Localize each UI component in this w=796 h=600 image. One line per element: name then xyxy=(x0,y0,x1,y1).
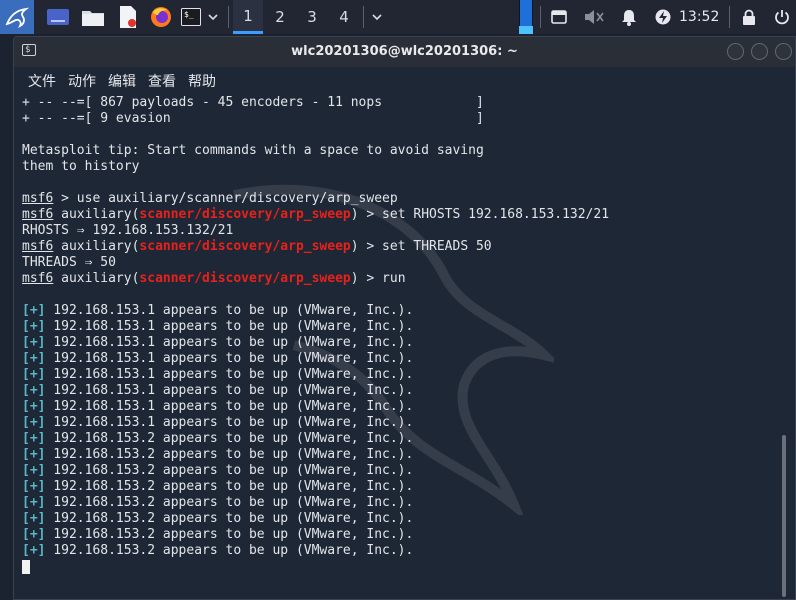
command-line: msf6 auxiliary(scanner/discovery/arp_swe… xyxy=(22,207,610,222)
show-desktop-button[interactable] xyxy=(46,5,70,29)
notifications-button[interactable] xyxy=(619,0,639,34)
bell-icon xyxy=(622,9,636,26)
window-title: wlc20201306@wlc20201306: ~ xyxy=(291,44,518,59)
chevron-down-icon xyxy=(372,13,382,20)
output-line: THREADS ⇒ 50 xyxy=(22,255,116,270)
power-bolt-icon xyxy=(655,9,671,25)
menu-help[interactable]: 帮助 xyxy=(188,71,216,91)
power-manager-button[interactable] xyxy=(653,0,673,34)
panel-separator xyxy=(540,6,541,28)
logout-button[interactable] xyxy=(772,0,792,34)
panel-separator xyxy=(363,6,364,28)
menu-actions[interactable]: 动作 xyxy=(68,71,96,91)
result-line: [+] 192.168.153.1 appears to be up (VMwa… xyxy=(22,399,414,414)
firefox-button[interactable] xyxy=(149,5,173,29)
result-line: [+] 192.168.153.2 appears to be up (VMwa… xyxy=(22,431,414,446)
result-line: [+] 192.168.153.1 appears to be up (VMwa… xyxy=(22,383,414,398)
module-path: scanner/discovery/arp_sweep xyxy=(139,239,351,254)
lock-screen-button[interactable] xyxy=(739,0,759,34)
folder-icon xyxy=(82,11,104,26)
command-line: msf6 auxiliary(scanner/discovery/arp_swe… xyxy=(22,271,406,286)
title-bar[interactable]: $ wlc20201306@wlc20201306: ~ xyxy=(14,37,795,67)
menu-bar: 文件 动作 编辑 查看 帮助 xyxy=(14,67,795,95)
panel-separator xyxy=(228,6,229,28)
output-line: RHOSTS ⇒ 192.168.153.132/21 xyxy=(22,223,234,238)
top-panel: $_ 1 2 3 4 13:52 xyxy=(0,0,796,34)
firefox-icon xyxy=(151,7,171,27)
menu-edit[interactable]: 编辑 xyxy=(108,71,136,91)
window-list-menu[interactable] xyxy=(368,0,386,34)
close-button[interactable] xyxy=(775,43,792,60)
result-line: [+] 192.168.153.2 appears to be up (VMwa… xyxy=(22,511,414,526)
prompt: msf6 xyxy=(22,239,54,254)
scrollbar[interactable] xyxy=(782,435,786,597)
terminal-window: $ wlc20201306@wlc20201306: ~ 文件 动作 编辑 查看… xyxy=(13,36,796,600)
workspace-2[interactable]: 2 xyxy=(265,0,295,34)
terminal-output[interactable]: + -- --=[ 867 payloads - 45 encoders - 1… xyxy=(14,95,784,599)
result-line: [+] 192.168.153.1 appears to be up (VMwa… xyxy=(22,303,414,318)
tip-line: them to history xyxy=(22,159,140,174)
menu-view[interactable]: 查看 xyxy=(148,71,176,91)
banner-line: + -- --=[ 9 evasion ] xyxy=(22,111,484,126)
text-editor-icon xyxy=(120,6,136,28)
result-line: [+] 192.168.153.2 appears to be up (VMwa… xyxy=(22,543,414,558)
cpu-graph[interactable] xyxy=(519,0,533,34)
command-line: msf6 > use auxiliary/scanner/discovery/a… xyxy=(22,191,398,206)
terminal-button[interactable]: $_ xyxy=(180,5,202,29)
workspace-4[interactable]: 4 xyxy=(329,0,359,34)
files-button[interactable] xyxy=(81,5,105,29)
module-path: scanner/discovery/arp_sweep xyxy=(139,271,351,286)
result-line: [+] 192.168.153.2 appears to be up (VMwa… xyxy=(22,527,414,542)
workspace-1[interactable]: 1 xyxy=(233,0,263,34)
volume-button[interactable] xyxy=(583,0,605,34)
app-menu-button[interactable] xyxy=(0,0,34,34)
menu-file[interactable]: 文件 xyxy=(28,71,56,91)
screen-capture-button[interactable] xyxy=(549,0,569,34)
text-editor-button[interactable] xyxy=(116,5,140,29)
minimize-button[interactable] xyxy=(727,43,744,60)
prompt: msf6 xyxy=(22,191,54,206)
lock-icon xyxy=(743,9,755,25)
tip-line: Metasploit tip: Start commands with a sp… xyxy=(22,143,484,158)
result-line: [+] 192.168.153.2 appears to be up (VMwa… xyxy=(22,463,414,478)
terminal-icon: $_ xyxy=(181,8,201,26)
text-cursor xyxy=(22,559,30,574)
prompt: msf6 xyxy=(22,207,54,222)
svg-text:$_: $_ xyxy=(184,10,194,19)
command-line: msf6 auxiliary(scanner/discovery/arp_swe… xyxy=(22,239,492,254)
window-screenshot-icon xyxy=(551,10,567,24)
module-path: scanner/discovery/arp_sweep xyxy=(139,207,351,222)
desktop-icon xyxy=(47,9,69,25)
clock[interactable]: 13:52 xyxy=(679,0,719,34)
result-line: [+] 192.168.153.1 appears to be up (VMwa… xyxy=(22,415,414,430)
banner-line: + -- --=[ 867 payloads - 45 encoders - 1… xyxy=(22,95,484,110)
result-line: [+] 192.168.153.1 appears to be up (VMwa… xyxy=(22,319,414,334)
maximize-button[interactable] xyxy=(751,43,768,60)
workspace-3[interactable]: 3 xyxy=(297,0,327,34)
result-line: [+] 192.168.153.1 appears to be up (VMwa… xyxy=(22,351,414,366)
kali-dragon-icon xyxy=(5,7,30,29)
chevron-down-icon xyxy=(208,13,218,20)
volume-muted-icon xyxy=(585,10,604,24)
result-line: [+] 192.168.153.1 appears to be up (VMwa… xyxy=(22,335,414,350)
result-line: [+] 192.168.153.1 appears to be up (VMwa… xyxy=(22,367,414,382)
result-line: [+] 192.168.153.2 appears to be up (VMwa… xyxy=(22,495,414,510)
prompt: msf6 xyxy=(22,271,54,286)
power-icon xyxy=(775,10,789,25)
result-line: [+] 192.168.153.2 appears to be up (VMwa… xyxy=(22,447,414,462)
workspace-menu-button[interactable] xyxy=(205,5,221,29)
result-line: [+] 192.168.153.2 appears to be up (VMwa… xyxy=(22,479,414,494)
panel-separator xyxy=(729,6,730,28)
